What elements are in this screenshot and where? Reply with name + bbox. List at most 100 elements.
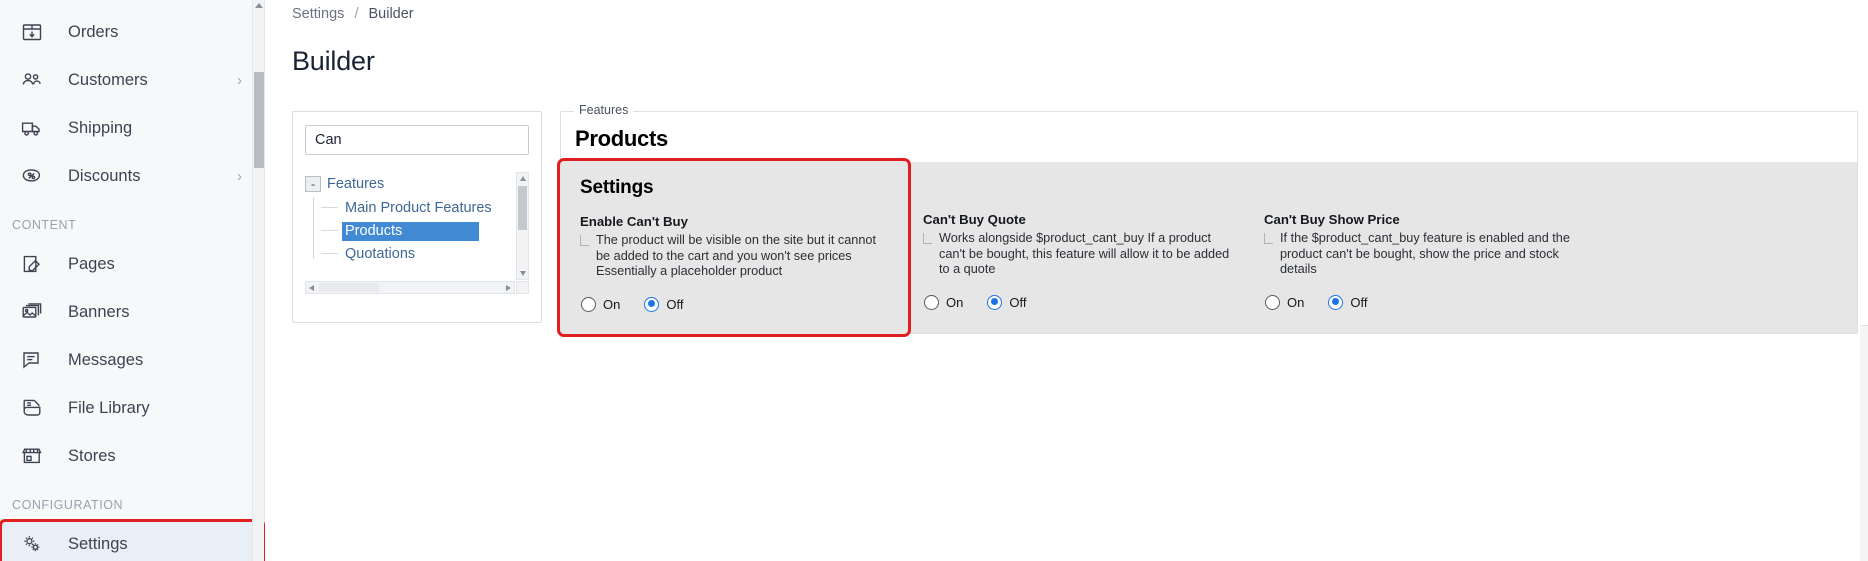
app-root: Orders Customers › <box>0 0 1868 561</box>
sidebar-item-discounts[interactable]: Discounts › <box>0 152 264 200</box>
sidebar: Orders Customers › <box>0 0 265 561</box>
field-label: Can't Buy Show Price <box>1264 212 1588 227</box>
sidebar-item-label: Pages <box>68 255 246 274</box>
radio-label-on: On <box>946 295 963 310</box>
tree-inner: - Features Main Product Features Product… <box>305 172 515 280</box>
settings-gears-icon <box>20 531 50 557</box>
field-label: Enable Can't Buy <box>580 214 890 229</box>
sidebar-scrollbar[interactable] <box>252 0 264 561</box>
sidebar-scrollbar-thumb[interactable] <box>254 72 264 168</box>
sidebar-item-customers[interactable]: Customers › <box>0 56 264 104</box>
description-bracket-icon <box>1264 233 1273 244</box>
radio-option-off[interactable]: Off <box>987 295 1026 310</box>
radio-button-off[interactable] <box>987 295 1002 310</box>
scroll-up-arrow-icon[interactable] <box>520 176 526 181</box>
sidebar-item-messages[interactable]: Messages <box>0 336 264 384</box>
radio-group-cant-buy-quote: On Off <box>923 295 1238 310</box>
customers-people-icon <box>20 67 50 93</box>
shipping-truck-icon <box>20 115 50 141</box>
sidebar-item-label: Banners <box>68 303 246 322</box>
settings-column-enable-cant-buy: Settings Enable Can't Buy The product wi… <box>557 158 911 337</box>
tree-node-label[interactable]: Features <box>327 176 384 193</box>
chevron-right-icon: › <box>237 73 246 88</box>
field-description-wrap: The product will be visible on the site … <box>580 233 890 280</box>
file-library-icon <box>20 395 50 421</box>
radio-label-on: On <box>1287 295 1304 310</box>
description-bracket-icon <box>923 233 932 244</box>
radio-button-on[interactable] <box>1265 295 1280 310</box>
radio-option-off[interactable]: Off <box>644 297 683 312</box>
tree-node-products[interactable]: Products <box>313 222 515 242</box>
radio-button-off[interactable] <box>1328 295 1343 310</box>
breadcrumb-builder[interactable]: Builder <box>369 6 414 22</box>
settings-strip: Settings Enable Can't Buy The product wi… <box>561 162 1857 333</box>
tree-node-label[interactable]: Quotations <box>342 245 419 264</box>
tree-vertical-scrollbar-thumb[interactable] <box>518 186 527 230</box>
field-description: The product will be visible on the site … <box>596 233 890 280</box>
scrollbar-corner <box>516 281 529 294</box>
scroll-down-arrow-icon[interactable] <box>520 271 526 276</box>
radio-button-on[interactable] <box>581 297 596 312</box>
radio-option-off[interactable]: Off <box>1328 295 1367 310</box>
sidebar-section-content: CONTENT <box>0 200 264 240</box>
tree-search-input[interactable] <box>305 125 529 155</box>
radio-label-off: Off <box>1350 295 1367 310</box>
tree-node-label[interactable]: Products <box>342 222 479 241</box>
radio-group-enable-cant-buy: On Off <box>580 297 890 312</box>
breadcrumb-separator: / <box>354 6 358 22</box>
tree-vertical-scrollbar[interactable] <box>516 172 529 280</box>
tree-collapse-toggle-icon[interactable]: - <box>305 176 321 192</box>
page-scrollbar[interactable] <box>1860 325 1868 561</box>
breadcrumb: Settings / Builder <box>265 0 1868 22</box>
stores-shop-icon <box>20 443 50 469</box>
radio-button-on[interactable] <box>924 295 939 310</box>
field-description: Works alongside $product_cant_buy If a p… <box>939 231 1238 278</box>
sidebar-item-orders[interactable]: Orders <box>0 8 264 56</box>
radio-label-off: Off <box>1009 295 1026 310</box>
radio-option-on[interactable]: On <box>1265 295 1304 310</box>
tree-horizontal-scrollbar-thumb[interactable] <box>319 283 379 292</box>
breadcrumb-settings[interactable]: Settings <box>292 6 344 22</box>
tree-children: Main Product Features Products Quotation… <box>305 199 515 265</box>
sidebar-item-file-library[interactable]: File Library <box>0 384 264 432</box>
sidebar-item-shipping[interactable]: Shipping <box>0 104 264 152</box>
main-content: Settings / Builder Builder - Features <box>265 0 1868 561</box>
tree-view: - Features Main Product Features Product… <box>305 172 529 294</box>
tree-panel: - Features Main Product Features Product… <box>292 111 542 323</box>
sidebar-item-label: Stores <box>68 447 246 466</box>
orders-box-icon <box>20 19 50 45</box>
messages-chat-icon <box>20 347 50 373</box>
products-heading: Products <box>561 112 1857 162</box>
tree-node-main-product-features[interactable]: Main Product Features <box>313 199 515 219</box>
tree-node-quotations[interactable]: Quotations <box>313 245 515 265</box>
settings-title: Settings <box>580 177 890 199</box>
radio-label-off: Off <box>666 297 683 312</box>
pages-edit-icon <box>20 251 50 277</box>
tree-node-label[interactable]: Main Product Features <box>342 199 496 218</box>
content-row: - Features Main Product Features Product… <box>265 95 1868 334</box>
field-label: Can't Buy Quote <box>923 212 1238 227</box>
sidebar-item-pages[interactable]: Pages <box>0 240 264 288</box>
sidebar-item-label: Shipping <box>68 119 242 138</box>
tree-node-root[interactable]: - Features <box>305 172 515 196</box>
radio-option-on[interactable]: On <box>924 295 963 310</box>
chevron-right-icon: › <box>237 169 246 184</box>
sidebar-item-settings[interactable]: Settings <box>0 520 264 561</box>
field-description-wrap: Works alongside $product_cant_buy If a p… <box>923 231 1238 278</box>
settings-column-cant-buy-show-price: Can't Buy Show Price If the $product_can… <box>1256 162 1606 330</box>
field-description: If the $product_cant_buy feature is enab… <box>1280 231 1588 278</box>
sidebar-item-banners[interactable]: Banners <box>0 288 264 336</box>
discounts-tag-icon <box>20 163 50 189</box>
sidebar-item-label: Customers <box>68 71 237 90</box>
description-bracket-icon <box>580 235 589 246</box>
sidebar-item-stores[interactable]: Stores <box>0 432 264 480</box>
radio-option-on[interactable]: On <box>581 297 620 312</box>
page-title: Builder <box>265 40 1868 77</box>
scroll-up-arrow-icon[interactable] <box>255 3 263 8</box>
banners-images-icon <box>20 299 50 325</box>
scroll-left-arrow-icon[interactable] <box>309 285 314 291</box>
tree-horizontal-scrollbar[interactable] <box>305 281 515 294</box>
sidebar-item-label: Messages <box>68 351 246 370</box>
scroll-right-arrow-icon[interactable] <box>506 285 511 291</box>
radio-button-off[interactable] <box>644 297 659 312</box>
